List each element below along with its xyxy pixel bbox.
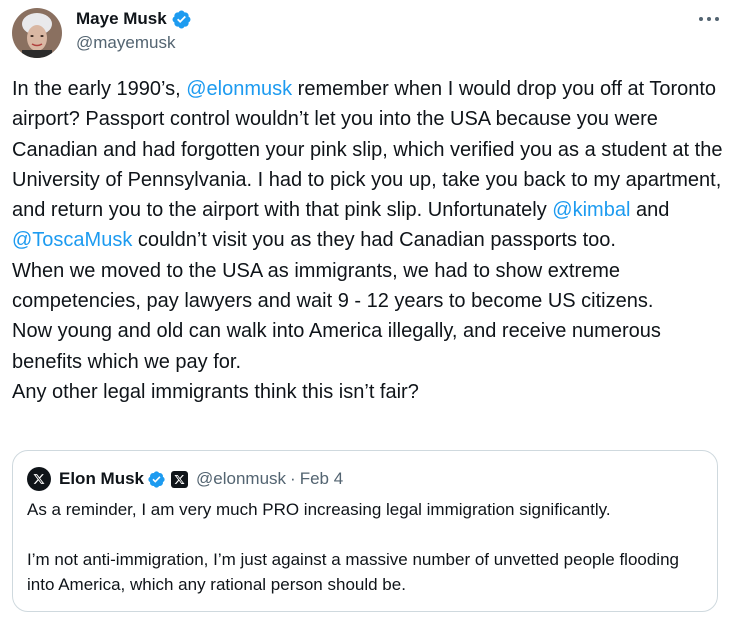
tweet-paragraph-4: Any other legal immigrants think this is…: [12, 380, 419, 403]
author-block: Maye Musk @mayemusk: [76, 8, 192, 53]
quoted-author-name[interactable]: Elon Musk: [59, 469, 144, 489]
author-avatar[interactable]: [12, 8, 62, 58]
quoted-tweet-date[interactable]: Feb 4: [300, 469, 343, 489]
author-handle[interactable]: @mayemusk: [76, 33, 192, 53]
tweet-text: In the early 1990’s, @elonmusk remember …: [12, 74, 728, 407]
mention-elonmusk-link[interactable]: @elonmusk: [186, 78, 292, 100]
affiliation-x-badge-icon: [171, 470, 189, 488]
tweet-paragraph-1: In the early 1990’s, @elonmusk remember …: [12, 74, 728, 256]
mention-kimbal-link[interactable]: @kimbal: [552, 199, 630, 221]
separator-dot: ·: [290, 469, 296, 488]
tweet-paragraph-2: When we moved to the USA as immigrants, …: [12, 259, 654, 313]
quoted-author-handle[interactable]: @elonmusk: [196, 469, 286, 489]
quoted-tweet-text: As a reminder, I am very much PRO increa…: [27, 497, 707, 597]
tweet-text-span: and: [630, 199, 670, 222]
verified-badge-icon: [171, 9, 192, 30]
quoted-tweet-header: Elon Musk @elonmusk · Feb 4: [27, 467, 343, 491]
quoted-tweet-card[interactable]: Elon Musk @elonmusk · Feb 4 As a reminde…: [12, 450, 718, 612]
tweet-text-span: In the early 1990’s,: [12, 78, 187, 100]
mention-toscamusk-link[interactable]: @ToscaMusk: [12, 229, 132, 251]
verified-badge-icon: [147, 470, 166, 489]
quoted-paragraph-2: I’m not anti-immigration, I’m just again…: [27, 550, 679, 594]
more-options-button[interactable]: [694, 8, 724, 30]
tweet-paragraph-3: Now young and old can walk into America …: [12, 320, 661, 373]
tweet-text-span: couldn’t visit you as they had Canadian …: [132, 229, 616, 252]
more-options-icon: [699, 17, 719, 21]
author-name[interactable]: Maye Musk: [76, 9, 167, 29]
quoted-author-avatar[interactable]: [27, 467, 51, 491]
avatar-photo-icon: [12, 8, 62, 58]
quoted-paragraph-1: As a reminder, I am very much PRO increa…: [27, 500, 611, 519]
x-logo-icon: [33, 474, 45, 484]
